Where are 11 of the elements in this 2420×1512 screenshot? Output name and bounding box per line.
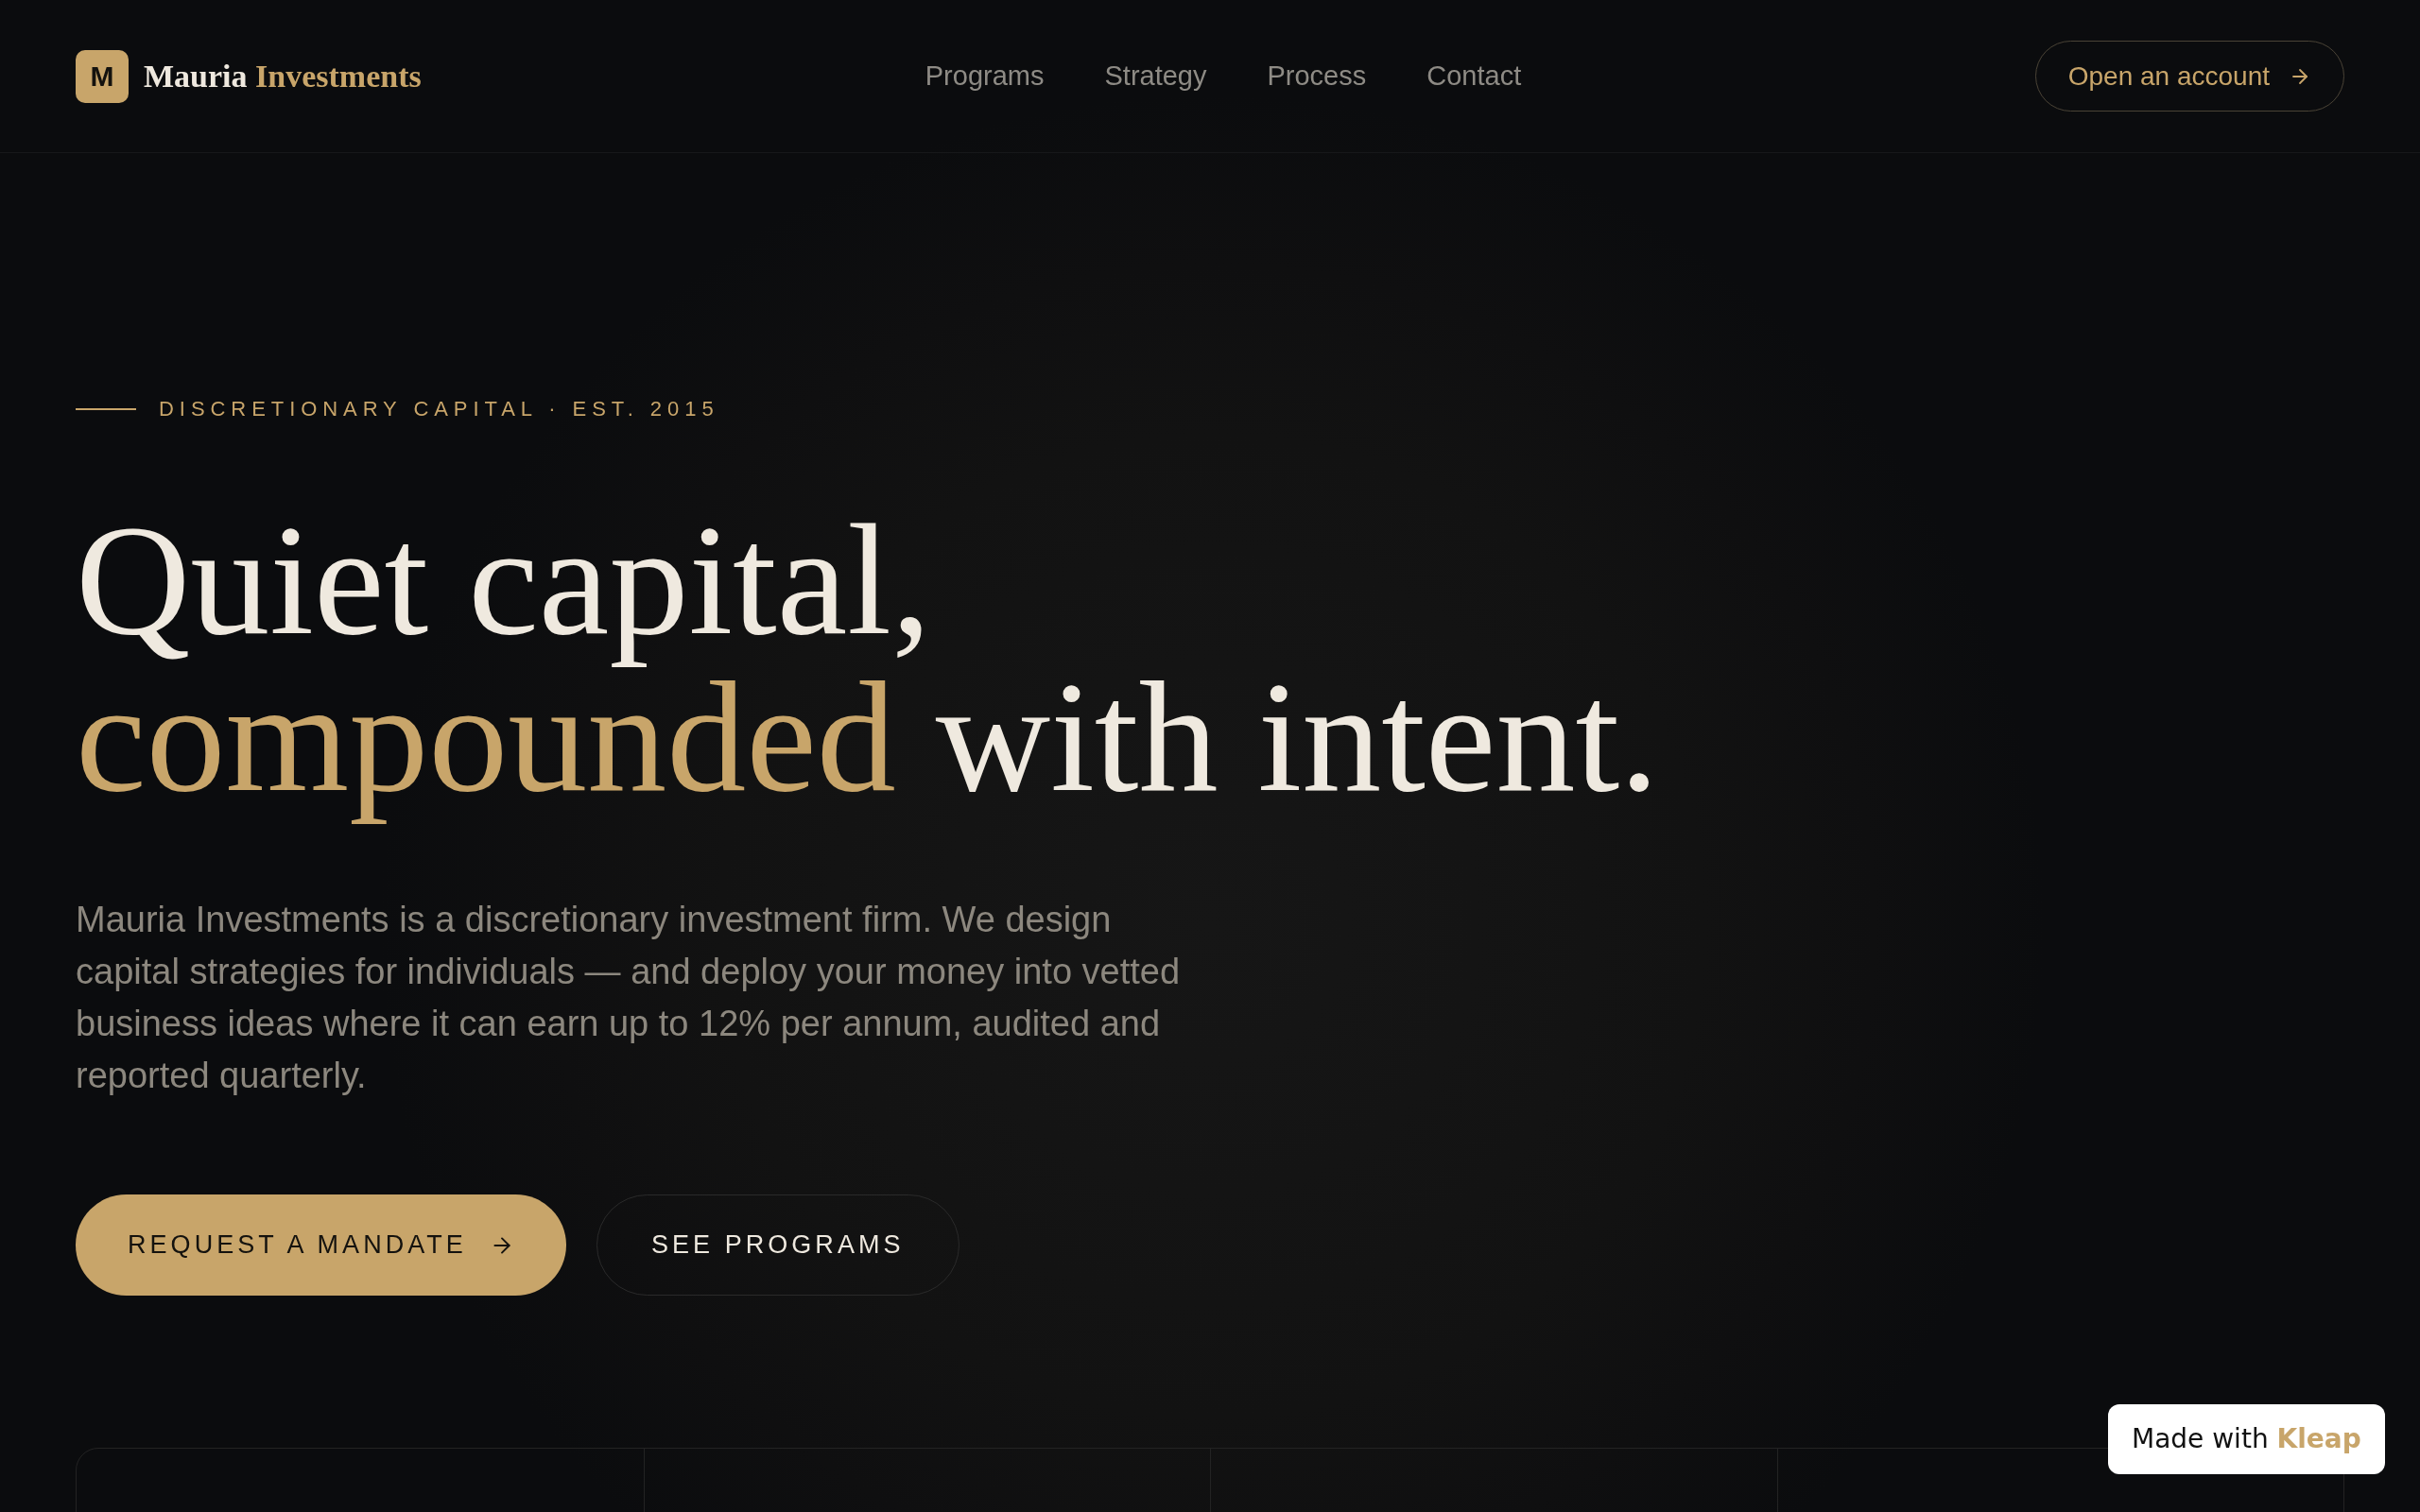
nav-link[interactable]: Process bbox=[1267, 55, 1367, 97]
made-with-kleap-link[interactable]: Made with Kleap bbox=[2108, 1404, 2385, 1474]
hero-headline: Quiet capital, compounded with intent. bbox=[76, 501, 1660, 826]
nav-link[interactable]: Contact bbox=[1426, 55, 1522, 97]
eyebrow-text: DISCRETIONARY CAPITAL · EST. 2015 bbox=[159, 397, 719, 421]
request-mandate-button[interactable]: REQUEST A MANDATE bbox=[76, 1194, 566, 1296]
logo-mark[interactable]: M bbox=[76, 49, 129, 103]
brand-name[interactable]: Mauria Investments bbox=[144, 52, 422, 100]
intro-paragraph: Mauria Investments is a discretionary investment firm. We design capital strategies for individuals — and deploy your money into vetted business ideas where it can earn up to 12% per annum, audited and reported quarterly. bbox=[76, 899, 1182, 1097]
nav-link[interactable]: Strategy bbox=[1104, 55, 1207, 97]
nav-link[interactable]: Programs bbox=[925, 55, 1045, 97]
